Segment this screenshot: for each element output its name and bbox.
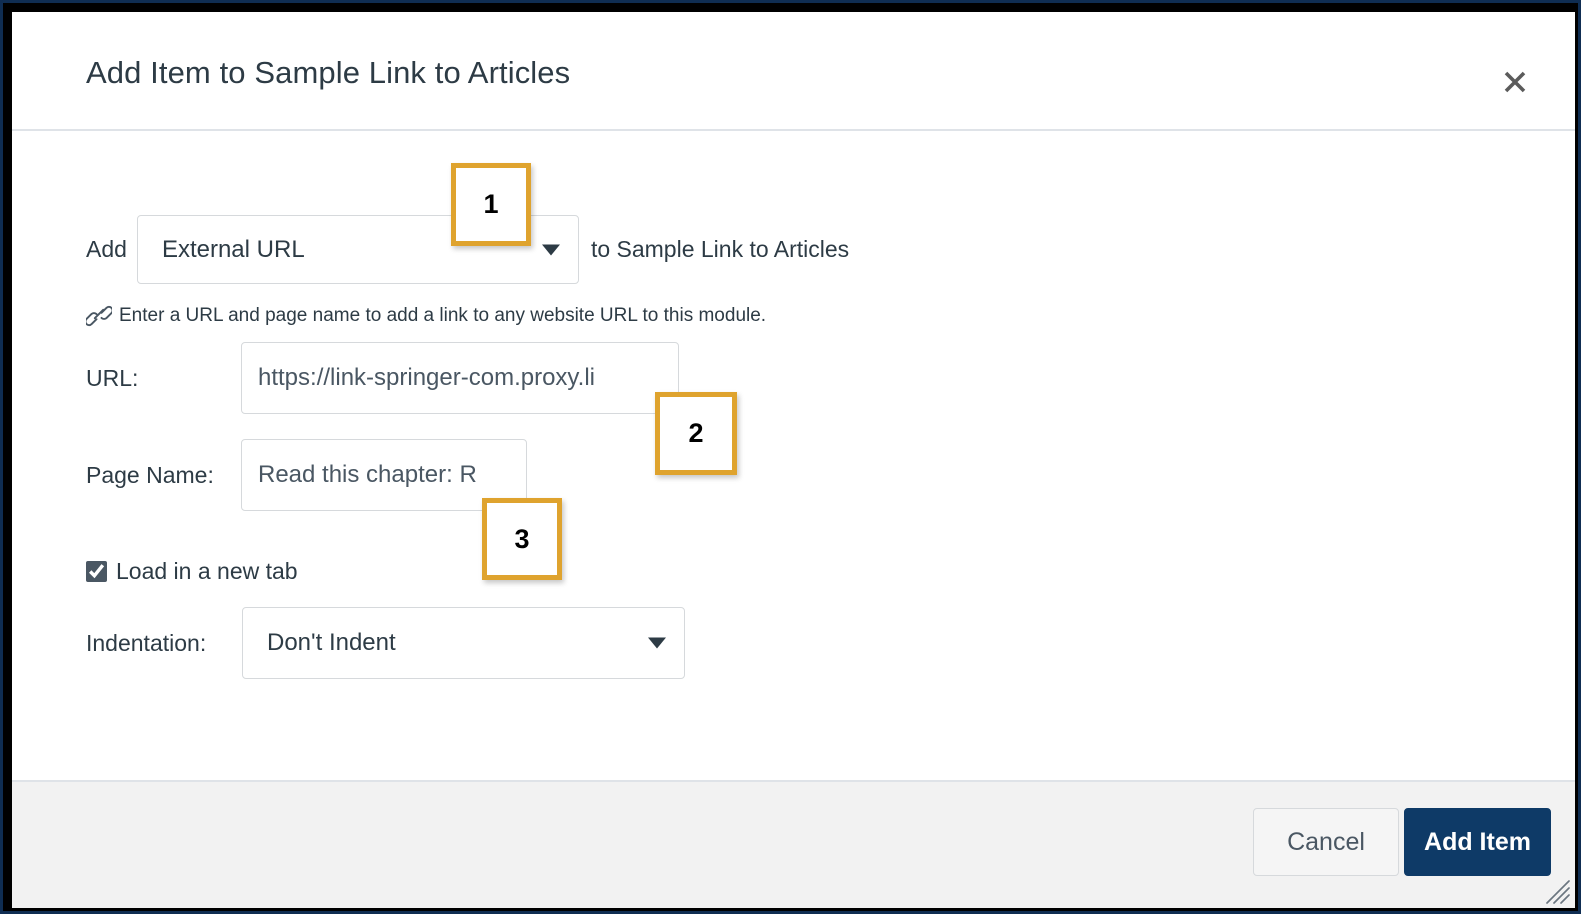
page-name-row: Page Name: — [86, 439, 527, 511]
indentation-row: Indentation: Don't Indent — [86, 607, 685, 679]
callout-badge-3: 3 — [482, 498, 562, 580]
indentation-select[interactable]: Don't Indent — [242, 607, 685, 679]
add-item-button[interactable]: Add Item — [1404, 808, 1551, 876]
item-type-select-value: External URL — [161, 235, 305, 263]
add-item-modal-dialog: Add Item to Sample Link to Articles Add … — [12, 12, 1575, 908]
link-icon — [86, 305, 112, 327]
load-in-new-tab-checkbox[interactable] — [86, 561, 107, 582]
url-label: URL: — [86, 364, 139, 391]
add-destination-label: to Sample Link to Articles — [590, 236, 850, 262]
cancel-button[interactable]: Cancel — [1253, 808, 1399, 876]
page-name-label: Page Name: — [86, 461, 214, 488]
dialog-footer: Cancel Add Item — [12, 780, 1575, 908]
close-button[interactable] — [1493, 60, 1537, 104]
help-text: Enter a URL and page name to add a link … — [119, 305, 767, 326]
chevron-down-icon — [541, 244, 560, 255]
callout-badge-1: 1 — [451, 163, 531, 246]
resize-grip-icon[interactable] — [1545, 879, 1571, 905]
close-icon — [1493, 68, 1537, 96]
load-in-new-tab-label[interactable]: Load in a new tab — [116, 558, 298, 585]
dialog-body: Add External URL to Sample Link to Artic… — [12, 133, 1575, 780]
new-tab-row: Load in a new tab — [86, 558, 298, 585]
dialog-header: Add Item to Sample Link to Articles — [12, 12, 1575, 131]
screenshot-root: Add Item to Sample Link to Articles Add … — [0, 0, 1581, 914]
indentation-label: Indentation: — [86, 629, 207, 656]
url-input[interactable] — [241, 342, 679, 414]
black-border-frame: Add Item to Sample Link to Articles Add … — [3, 3, 1578, 911]
callout-badge-2: 2 — [655, 392, 737, 475]
url-row: URL: — [86, 342, 679, 414]
help-text-row: Enter a URL and page name to add a link … — [86, 305, 766, 327]
add-label: Add — [86, 236, 127, 262]
chevron-down-icon — [648, 637, 666, 649]
indentation-select-value: Don't Indent — [267, 629, 396, 656]
page-title: Add Item to Sample Link to Articles — [86, 55, 571, 90]
